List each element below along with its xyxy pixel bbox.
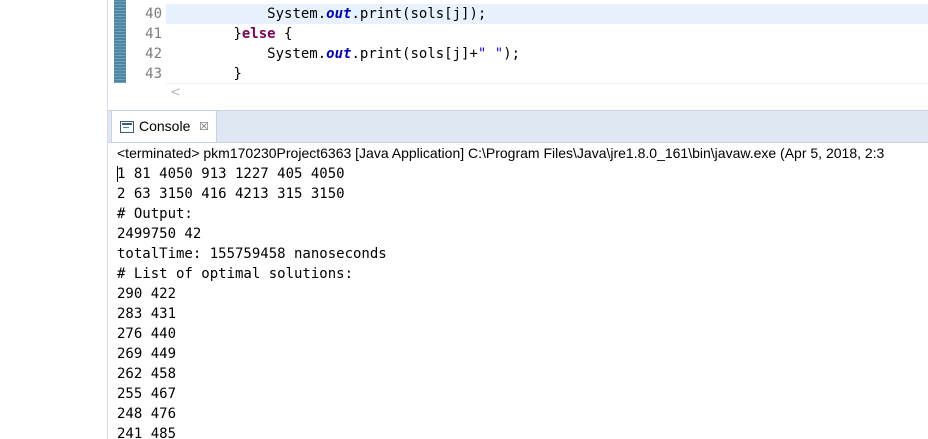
editor-marker-strip — [114, 0, 126, 83]
console-icon — [120, 121, 134, 133]
console-output-line: 262 458 — [117, 366, 177, 382]
code-token: System. — [267, 46, 327, 62]
console-output-line: 255 467 — [117, 386, 177, 402]
code-line[interactable]: }else { — [166, 24, 928, 44]
code-token: else — [241, 26, 276, 42]
line-number-gutter: 40 41 42 43 — [126, 0, 166, 83]
left-panel-area — [0, 0, 108, 439]
console-tab-bar: Console ☒ — [108, 110, 928, 143]
code-token: .print(sols[j]); — [351, 6, 487, 22]
console-output[interactable]: 1 81 4050 913 1227 405 4050 2 63 3150 416… — [117, 164, 928, 439]
code-token: System. — [267, 6, 327, 22]
editor-horizontal-scrollbar[interactable]: < — [166, 83, 928, 102]
tab-console-label: Console — [139, 118, 191, 134]
code-line[interactable]: System.out.print(sols[j]); — [166, 4, 928, 24]
code-line[interactable]: System.out.print(sols[j]+" "); — [166, 44, 928, 64]
code-token: .print(sols[j]+ — [351, 46, 478, 62]
code-token: " " — [477, 46, 504, 62]
close-icon[interactable]: ☒ — [199, 111, 209, 142]
line-number: 40 — [145, 6, 162, 22]
console-output-line: 2 63 3150 416 4213 315 3150 — [117, 186, 345, 202]
console-output-line: 283 431 — [117, 306, 177, 322]
code-line[interactable]: } — [166, 64, 928, 84]
code-token: out — [326, 6, 352, 22]
tab-console[interactable]: Console ☒ — [111, 111, 217, 142]
console-output-line: 290 422 — [117, 286, 177, 302]
scroll-left-icon[interactable]: < — [170, 84, 181, 102]
code-token: } — [233, 26, 242, 42]
console-output-line: 276 440 — [117, 326, 177, 342]
console-output-line: 2499750 42 — [117, 226, 202, 242]
line-number: 43 — [145, 66, 162, 82]
code-token: out — [326, 46, 352, 62]
console-output-line: 269 449 — [117, 346, 177, 362]
console-output-line: 248 476 — [117, 406, 177, 422]
console-status-line: <terminated> pkm170230Project6363 [Java … — [117, 145, 885, 161]
ide-window: 40 41 42 43 System.out.print(sols[j]); }els… — [0, 0, 928, 439]
code-token: } — [233, 66, 242, 82]
console-output-line: 241 485 — [117, 426, 177, 439]
console-output-line: totalTime: 155759458 nanoseconds — [117, 246, 387, 262]
line-number: 42 — [145, 46, 162, 62]
console-output-line: # List of optimal solutions: — [117, 266, 354, 282]
console-output-line: # Output: — [117, 206, 193, 222]
line-number: 41 — [145, 26, 162, 42]
console-output-line: 1 81 4050 913 1227 405 4050 — [117, 166, 345, 182]
code-token: { — [275, 26, 293, 42]
code-editor[interactable]: 40 41 42 43 System.out.print(sols[j]); }els… — [108, 0, 928, 105]
code-token: ); — [503, 46, 521, 62]
code-text-area[interactable]: System.out.print(sols[j]); }else { Syste… — [166, 0, 928, 83]
